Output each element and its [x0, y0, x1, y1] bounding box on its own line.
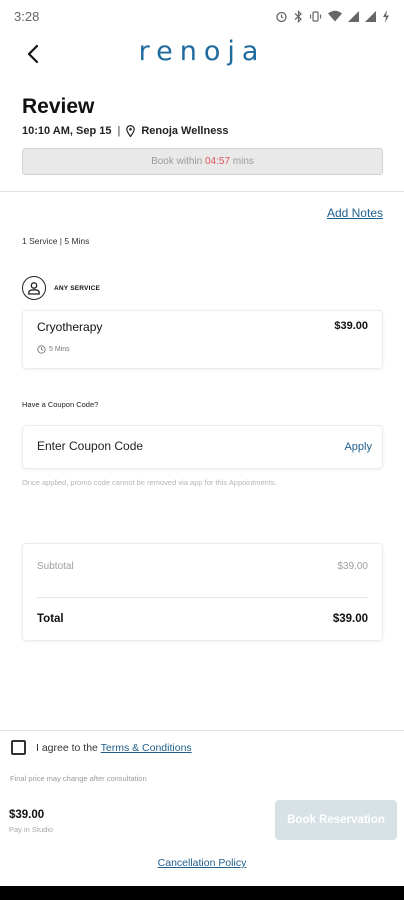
meta-separator: | [117, 125, 121, 137]
system-nav-bar [0, 886, 404, 900]
coupon-question: Have a Coupon Code? [22, 400, 99, 409]
totals-card: Subtotal $39.00 Total $39.00 [22, 543, 383, 641]
appointment-location: Renoja Wellness [141, 125, 229, 137]
status-time: 3:28 [14, 8, 40, 24]
booking-timer: Book within 04:57 mins [22, 148, 383, 175]
timer-suffix: mins [232, 156, 254, 167]
footer-price: $39.00 [9, 809, 45, 821]
status-icons [275, 9, 390, 23]
terms-checkbox[interactable] [11, 740, 26, 755]
service-name: Cryotherapy [37, 320, 103, 334]
section-divider [0, 191, 404, 192]
service-duration: 5 Mins [37, 345, 70, 354]
apply-coupon-button[interactable]: Apply [344, 441, 372, 453]
total-value: $39.00 [332, 613, 368, 625]
wifi-icon [328, 10, 342, 22]
pay-note: Pay in Studio [9, 825, 54, 834]
service-card: Cryotherapy $39.00 5 Mins [22, 310, 383, 369]
signal-icon [365, 10, 376, 22]
service-provider-header: ANY SERVICE [22, 276, 100, 300]
battery-charging-icon [383, 9, 389, 23]
person-icon [28, 282, 40, 295]
alarm-icon [276, 11, 287, 22]
page-title: Review [22, 95, 95, 118]
clock-icon [37, 345, 46, 354]
service-summary: 1 Service | 5 Mins [22, 236, 90, 246]
terms-agreement-row: I agree to the Terms & Conditions [11, 740, 192, 755]
terms-prefix: I agree to the [36, 741, 98, 754]
terms-conditions-link[interactable]: Terms & Conditions [101, 742, 192, 754]
price-note: Final price may change after consultatio… [10, 774, 147, 783]
footer-divider [0, 730, 404, 731]
cancellation-policy-link[interactable]: Cancellation Policy [0, 857, 404, 869]
total-label: Total [37, 613, 64, 625]
totals-divider [37, 597, 368, 598]
coupon-note: Once applied, promo code cannot be remov… [22, 478, 277, 487]
subtotal-label: Subtotal [37, 561, 74, 572]
location-pin-icon [126, 125, 136, 137]
coupon-card: Apply [22, 425, 383, 469]
timer-prefix: Book within [151, 156, 203, 167]
provider-label: ANY SERVICE [54, 284, 101, 292]
service-duration-text: 5 Mins [49, 346, 70, 353]
coupon-input[interactable] [37, 439, 287, 453]
avatar [22, 276, 46, 300]
service-price: $39.00 [334, 320, 368, 332]
appointment-meta: 10:10 AM, Sep 15 | Renoja Wellness [22, 125, 229, 137]
app-header: renoja [0, 32, 404, 76]
timer-countdown: 04:57 [204, 156, 231, 167]
status-bar: 3:28 [0, 0, 404, 32]
signal-icon [348, 10, 359, 22]
appointment-datetime: 10:10 AM, Sep 15 [22, 125, 112, 137]
book-reservation-button[interactable]: Book Reservation [275, 800, 397, 840]
add-notes-link[interactable]: Add Notes [327, 206, 383, 220]
bluetooth-icon [294, 9, 302, 23]
terms-agreement-text: I agree to the Terms & Conditions [36, 742, 192, 754]
vibrate-icon [309, 10, 322, 22]
brand-logo: renoja [138, 36, 266, 67]
subtotal-value: $39.00 [337, 561, 368, 572]
